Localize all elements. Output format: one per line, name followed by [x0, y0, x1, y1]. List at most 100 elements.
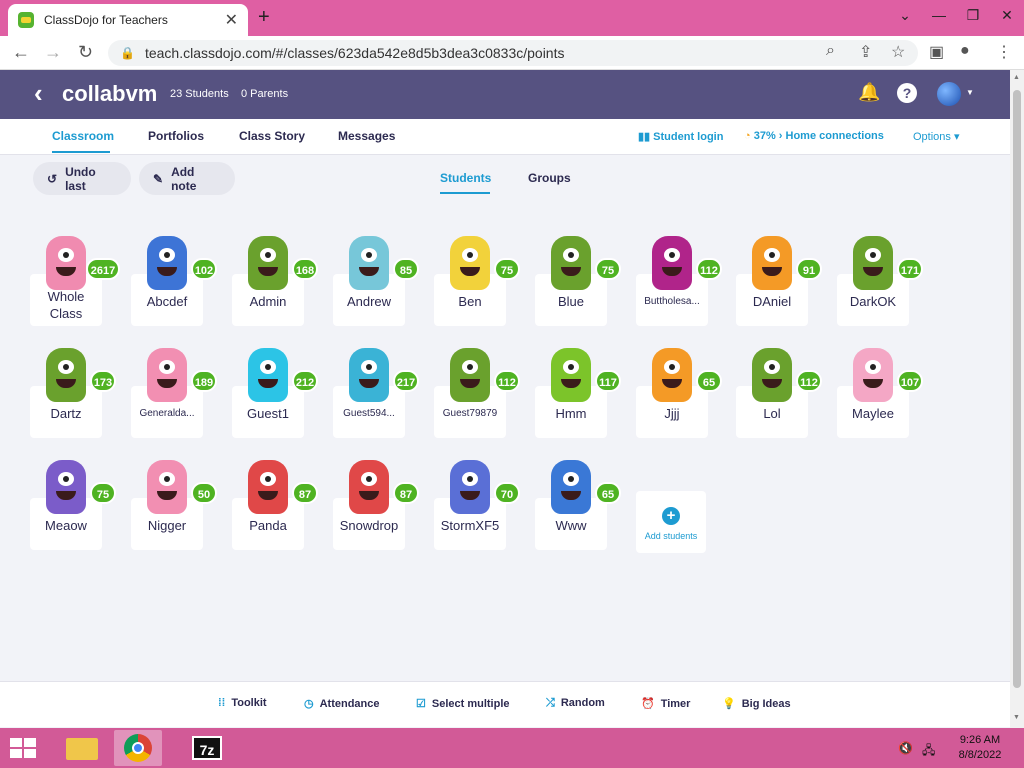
student-login-link[interactable]: ▮▮ Student login	[638, 130, 723, 143]
back-arrow-icon[interactable]: ←	[12, 42, 30, 63]
close-window-button[interactable]: ✕	[990, 0, 1024, 30]
select-multiple-label: Select multiple	[431, 698, 510, 710]
student-card[interactable]: 171 DarkOK	[837, 236, 923, 326]
minimize-button[interactable]: —	[922, 0, 956, 30]
tab-class-story[interactable]: Class Story	[239, 129, 305, 143]
page-scrollbar[interactable]: ▲ ▼	[1010, 70, 1024, 728]
student-name: Meaow	[45, 518, 87, 533]
class-header: ‹ collabvm 23 Students 0 Parents 🔔 ? ▼	[0, 70, 1010, 119]
points-badge: 102	[191, 258, 217, 280]
browser-tab[interactable]: ClassDojo for Teachers ✕	[8, 4, 248, 36]
checkbox-icon: ☑	[416, 698, 426, 710]
parents-count[interactable]: 0 Parents	[241, 88, 288, 100]
whole-class-card[interactable]: 2617 Whole Class	[30, 236, 120, 326]
view-groups-toggle[interactable]: Groups	[528, 171, 571, 185]
timer-button[interactable]: ⏰ Timer	[641, 697, 690, 710]
tab-portfolios[interactable]: Portfolios	[148, 129, 204, 143]
close-tab-icon[interactable]: ✕	[225, 10, 238, 30]
add-students-button[interactable]: + Add students	[636, 491, 706, 553]
select-multiple-button[interactable]: ☑ Select multiple	[416, 697, 510, 710]
student-card[interactable]: 168 Admin	[232, 236, 318, 326]
lock-icon[interactable]: 🔒	[120, 46, 135, 60]
student-card[interactable]: 173 Dartz	[30, 348, 116, 438]
monster-avatar-icon	[450, 348, 490, 402]
help-icon[interactable]: ?	[897, 83, 917, 103]
student-login-label: Student login	[653, 131, 724, 143]
taskbar-clock[interactable]: 9:26 AM 8/8/2022	[950, 733, 1010, 763]
points-badge: 173	[90, 370, 116, 392]
user-avatar[interactable]	[937, 82, 961, 106]
home-connections-link[interactable]: ◔ 37% › Home connections	[744, 130, 884, 142]
options-dropdown[interactable]: Options ▾	[913, 130, 960, 143]
points-badge: 112	[696, 258, 722, 280]
view-students-toggle[interactable]: Students	[440, 171, 491, 185]
student-card[interactable]: 189 Generalda...	[131, 348, 217, 438]
back-chevron-icon[interactable]: ‹	[34, 78, 43, 109]
student-name: Lol	[763, 406, 781, 421]
student-card[interactable]: 212 Guest1	[232, 348, 318, 438]
student-card[interactable]: 85 Andrew	[333, 236, 419, 326]
attendance-button[interactable]: ◷ Attendance	[304, 697, 380, 710]
scrollbar-thumb[interactable]	[1013, 90, 1021, 688]
undo-last-button[interactable]: ↺ Undo last	[33, 162, 131, 195]
account-caret-icon[interactable]: ▼	[966, 88, 974, 97]
windows-start-icon[interactable]	[8, 736, 38, 760]
share-icon[interactable]: ⇪	[859, 42, 872, 62]
7zip-taskbar-icon[interactable]: 7z	[186, 730, 234, 766]
student-card[interactable]: 107 Maylee	[837, 348, 923, 438]
tab-search-icon[interactable]: ⌄	[888, 0, 922, 30]
student-card[interactable]: 112 Buttholesa...	[636, 236, 722, 326]
points-badge: 50	[191, 482, 217, 504]
new-tab-button[interactable]: +	[258, 6, 270, 29]
add-note-button[interactable]: ✎ Add note	[139, 162, 235, 195]
zoom-icon[interactable]: ⌕	[826, 42, 835, 60]
student-card[interactable]: 112 Lol	[736, 348, 822, 438]
tab-messages[interactable]: Messages	[338, 129, 395, 143]
student-card[interactable]: 65 Jjjj	[636, 348, 722, 438]
url-field[interactable]: 🔒 teach.classdojo.com/#/classes/623da542…	[108, 40, 918, 66]
random-button[interactable]: ⤮ Random	[546, 697, 605, 710]
student-card[interactable]: 65 Www	[535, 460, 621, 550]
file-explorer-icon[interactable]	[58, 730, 106, 766]
student-card[interactable]: 117 Hmm	[535, 348, 621, 438]
tab-classroom[interactable]: Classroom	[52, 129, 114, 143]
student-card[interactable]: 75 Blue	[535, 236, 621, 326]
monster-avatar-icon	[450, 236, 490, 290]
add-students-label: Add students	[644, 531, 698, 541]
student-login-icon: ▮▮	[638, 131, 654, 143]
class-name: collabvm	[62, 81, 158, 106]
student-card[interactable]: 70 StormXF5	[434, 460, 520, 550]
profile-icon[interactable]: ●	[960, 42, 970, 60]
toolkit-button[interactable]: ⁞⁞ Toolkit	[218, 697, 267, 709]
student-card[interactable]: 75 Meaow	[30, 460, 116, 550]
restore-button[interactable]: ❐	[956, 0, 990, 30]
student-card[interactable]: 91 DAniel	[736, 236, 822, 326]
student-card[interactable]: 87 Snowdrop	[333, 460, 419, 550]
reload-icon[interactable]: ↻	[78, 42, 93, 63]
notification-bell-icon[interactable]: 🔔	[858, 82, 880, 103]
scroll-down-arrow-icon[interactable]: ▼	[1013, 714, 1020, 721]
side-panel-icon[interactable]: ▣	[929, 42, 944, 62]
student-name: Ben	[458, 294, 482, 309]
student-card[interactable]: 112 Guest79879	[434, 348, 520, 438]
active-tab-underline	[52, 151, 110, 153]
scroll-up-arrow-icon[interactable]: ▲	[1013, 74, 1020, 81]
network-icon[interactable]: 🖧	[922, 741, 935, 762]
student-card[interactable]: 87 Panda	[232, 460, 318, 550]
student-card[interactable]: 50 Nigger	[131, 460, 217, 550]
student-card[interactable]: 75 Ben	[434, 236, 520, 326]
chrome-taskbar-icon[interactable]	[114, 730, 162, 766]
student-card[interactable]: 217 Guest594...	[333, 348, 419, 438]
big-ideas-button[interactable]: 💡 Big Ideas	[722, 697, 791, 710]
forward-arrow-icon[interactable]: →	[44, 42, 62, 63]
add-plus-icon: +	[662, 507, 680, 525]
student-name: Generalda...	[139, 408, 195, 419]
monster-avatar-icon	[248, 236, 288, 290]
browser-menu-icon[interactable]: ⋮	[996, 42, 1012, 62]
student-card[interactable]: 102 Abcdef	[131, 236, 217, 326]
points-badge: 65	[595, 482, 621, 504]
volume-muted-icon[interactable]: 🔇	[898, 741, 913, 755]
shuffle-icon: ⤮	[546, 697, 555, 709]
students-count[interactable]: 23 Students	[170, 88, 229, 100]
bookmark-star-icon[interactable]: ☆	[891, 42, 905, 62]
